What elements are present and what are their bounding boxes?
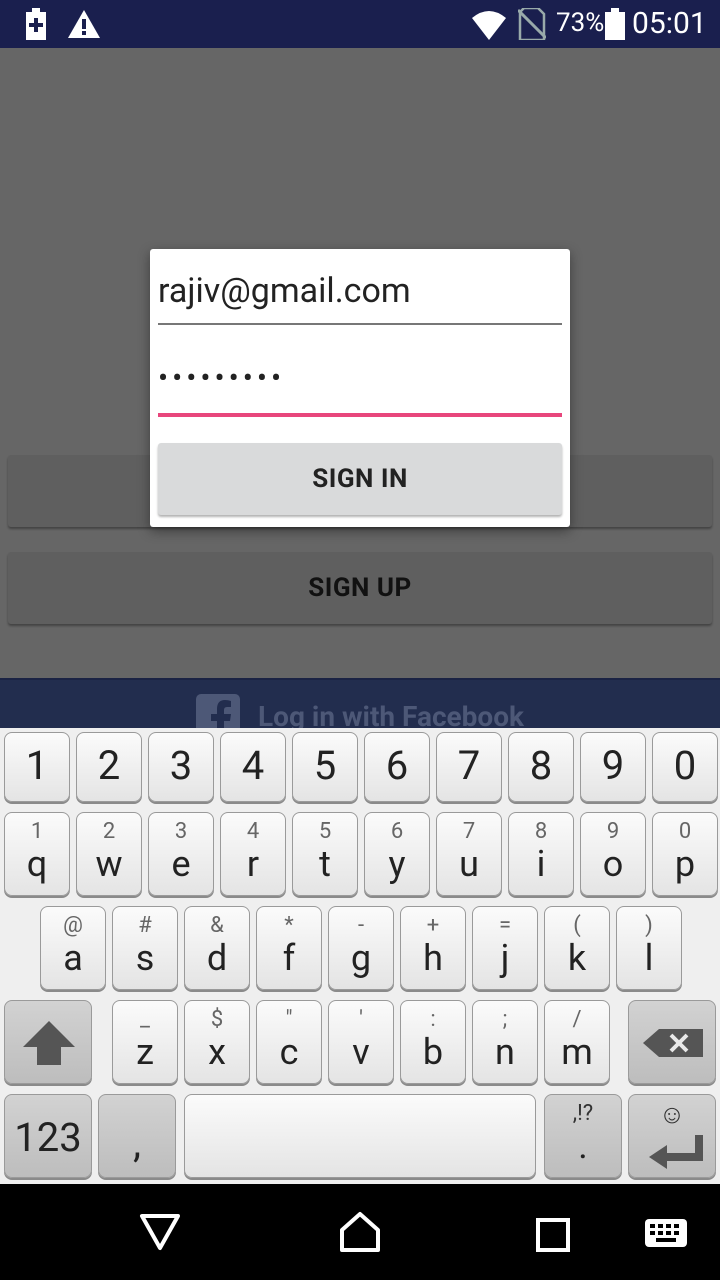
key-g[interactable]: -g (328, 906, 394, 990)
wifi-icon (472, 10, 506, 44)
battery-saver-icon (24, 8, 48, 44)
backspace-key[interactable] (628, 1000, 716, 1084)
keyboard-switch-icon[interactable] (644, 1218, 688, 1252)
key-o[interactable]: 9o (580, 812, 646, 896)
password-value: ••••••••• (158, 361, 286, 396)
key-3[interactable]: 3 (148, 732, 214, 802)
key-8[interactable]: 8 (508, 732, 574, 802)
key-2[interactable]: 2 (76, 732, 142, 802)
key-l[interactable]: ) l (616, 906, 682, 990)
key-s[interactable]: # s (112, 906, 178, 990)
shift-icon (23, 1021, 75, 1065)
key-i[interactable]: 8i (508, 812, 574, 896)
key-n[interactable]: ; n (472, 1000, 538, 1084)
backspace-icon (643, 1029, 703, 1057)
key-1[interactable]: 1 (4, 732, 70, 802)
key-j[interactable]: = j (472, 906, 538, 990)
keyboard: 1 2 3 4 5 6 7 8 9 0 1q 2w 3e 4r 5t 6y 7u… (0, 728, 720, 1184)
key-4[interactable]: 4 (220, 732, 286, 802)
key-e[interactable]: 3e (148, 812, 214, 896)
email-field[interactable]: rajiv@gmail.com (158, 271, 562, 325)
key-f[interactable]: * f (256, 906, 322, 990)
key-a[interactable]: @ a (40, 906, 106, 990)
key-p[interactable]: 0p (652, 812, 718, 896)
key-d[interactable]: & d (184, 906, 250, 990)
key-y[interactable]: 6y (364, 812, 430, 896)
comma-key[interactable]: , (98, 1094, 176, 1178)
recents-icon[interactable] (536, 1218, 570, 1256)
shift-key[interactable] (4, 1000, 92, 1084)
symbols-key[interactable]: 123 (4, 1094, 92, 1178)
key-6[interactable]: 6 (364, 732, 430, 802)
navigation-bar (0, 1184, 720, 1280)
key-7[interactable]: 7 (436, 732, 502, 802)
key-v[interactable]: ' v (328, 1000, 394, 1084)
key-r[interactable]: 4r (220, 812, 286, 896)
key-t[interactable]: 5t (292, 812, 358, 896)
sign-up-button[interactable]: SIGN UP (8, 552, 712, 624)
key-c[interactable]: " c (256, 1000, 322, 1084)
warning-icon (68, 10, 100, 42)
key-9[interactable]: 9 (580, 732, 646, 802)
key-m[interactable]: / m (544, 1000, 610, 1084)
key-u[interactable]: 7u (436, 812, 502, 896)
back-icon[interactable] (138, 1212, 182, 1256)
no-sim-icon (516, 6, 548, 44)
battery-icon (604, 8, 626, 44)
key-0[interactable]: 0 (652, 732, 718, 802)
period-key[interactable]: ,!? . (544, 1094, 622, 1178)
key-q[interactable]: 1q (4, 812, 70, 896)
home-icon[interactable] (338, 1210, 382, 1258)
key-x[interactable]: $ x (184, 1000, 250, 1084)
enter-key[interactable]: ☺ (628, 1094, 716, 1178)
space-key[interactable] (184, 1094, 536, 1178)
sign-in-button[interactable]: SIGN IN (158, 443, 562, 515)
key-z[interactable]: _ z (112, 1000, 178, 1084)
key-5[interactable]: 5 (292, 732, 358, 802)
battery-percent: 73% (556, 8, 605, 38)
password-field[interactable]: ••••••••• (158, 361, 562, 417)
key-h[interactable]: + h (400, 906, 466, 990)
login-dialog: rajiv@gmail.com ••••••••• SIGN IN (150, 249, 570, 527)
clock: 05:01 (632, 6, 707, 41)
key-b[interactable]: :b (400, 1000, 466, 1084)
key-k[interactable]: (k (544, 906, 610, 990)
key-w[interactable]: 2w (76, 812, 142, 896)
email-value: rajiv@gmail.com (158, 271, 411, 311)
enter-icon (649, 1135, 703, 1169)
status-bar: 73% 05:01 (0, 0, 720, 48)
